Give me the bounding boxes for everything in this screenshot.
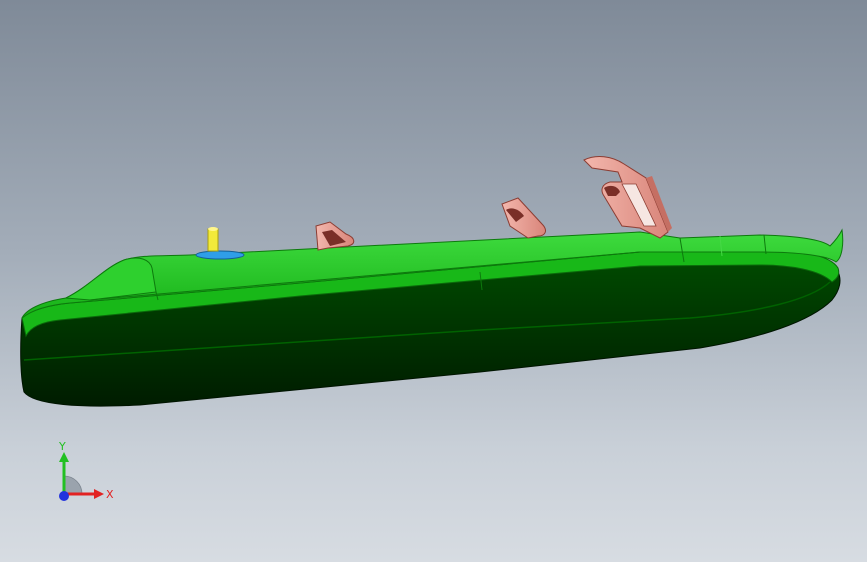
z-axis-dot-icon bbox=[59, 491, 69, 501]
frame-bracket[interactable] bbox=[583, 156, 672, 239]
axis-triad[interactable]: Y X bbox=[44, 440, 124, 510]
graphics-viewport[interactable]: Y X bbox=[0, 0, 867, 562]
y-axis-arrow-icon bbox=[59, 452, 69, 462]
x-axis-arrow-icon bbox=[94, 489, 104, 499]
cad-model[interactable] bbox=[0, 0, 867, 562]
triad-arc bbox=[63, 475, 83, 495]
x-axis-label: X bbox=[106, 488, 114, 501]
yellow-pin[interactable] bbox=[207, 228, 219, 252]
yellow-pin-top bbox=[208, 227, 218, 231]
clip-bracket-1[interactable] bbox=[315, 221, 355, 251]
clip-bracket-2[interactable] bbox=[501, 197, 546, 239]
blue-pad[interactable] bbox=[195, 250, 245, 260]
front-step bbox=[64, 257, 157, 301]
y-axis-label: Y bbox=[58, 440, 66, 453]
